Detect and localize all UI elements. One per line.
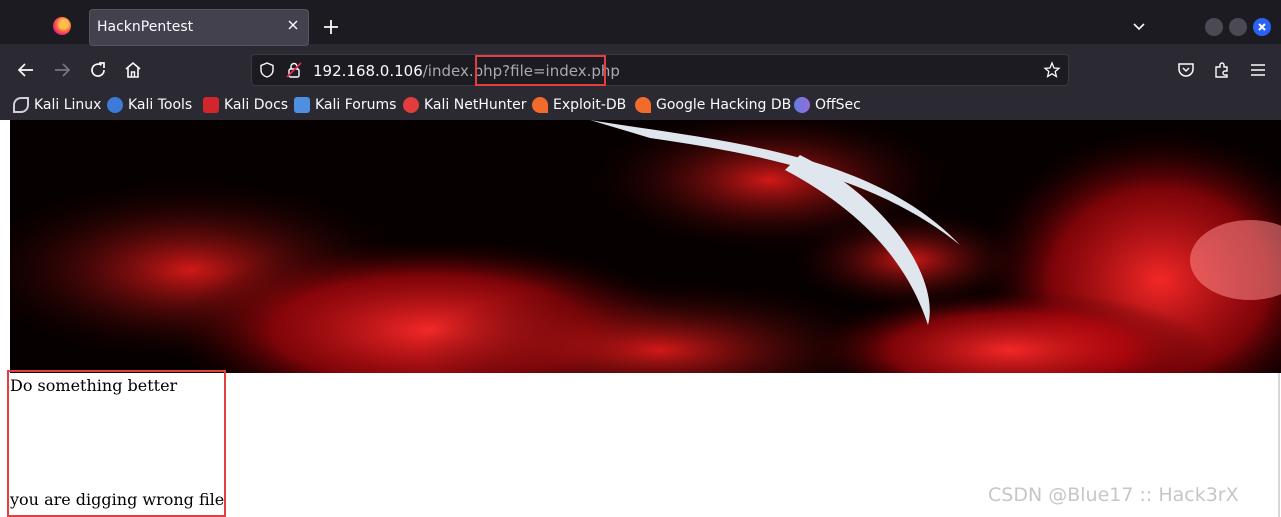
forward-icon[interactable]: [52, 60, 72, 80]
offsec-icon: [794, 97, 810, 113]
extensions-icon[interactable]: [1212, 60, 1232, 80]
kali-dragon-icon: [13, 97, 29, 113]
tab-active[interactable]: HacknPentest: [89, 9, 309, 46]
chevron-down-icon[interactable]: [1131, 18, 1147, 34]
bookmark-kali-forums[interactable]: Kali Forums: [294, 95, 396, 115]
kali-docs-icon: [203, 97, 219, 113]
bookmark-offsec[interactable]: OffSec: [794, 95, 861, 115]
insecure-lock-icon[interactable]: [285, 61, 303, 79]
bookmark-google-hacking-db[interactable]: Google Hacking DB: [635, 95, 791, 115]
url-bar[interactable]: 192.168.0.106/index.php?file=index.php: [251, 54, 1069, 86]
minimize-window-button[interactable]: [1205, 18, 1223, 36]
kali-tools-icon: [107, 97, 123, 113]
bookmark-kali-docs[interactable]: Kali Docs: [203, 95, 288, 115]
pocket-icon[interactable]: [1176, 60, 1196, 80]
red-smoke-artwork: [10, 120, 1281, 373]
url-host: 192.168.0.106: [313, 62, 423, 80]
back-icon[interactable]: [16, 60, 36, 80]
bookmark-label: Exploit-DB: [553, 97, 627, 113]
new-tab-icon[interactable]: [320, 16, 342, 38]
bookmark-label: Google Hacking DB: [656, 97, 792, 113]
kali-forums-icon: [294, 97, 310, 113]
ghdb-icon: [635, 97, 651, 113]
menu-icon[interactable]: [1248, 60, 1268, 80]
bookmark-label: Kali Forums: [315, 97, 397, 113]
url-query-highlight-box: [475, 55, 606, 86]
bookmarks-toolbar: Kali Linux Kali Tools Kali Docs Kali For…: [0, 90, 1281, 120]
bookmark-kali-nethunter[interactable]: Kali NetHunter: [403, 95, 526, 115]
home-icon[interactable]: [123, 60, 143, 80]
bookmark-label: OffSec: [815, 97, 861, 113]
bookmark-label: Kali Docs: [224, 97, 289, 113]
close-window-button[interactable]: [1253, 18, 1271, 36]
exploit-db-icon: [532, 97, 548, 113]
bookmark-label: Kali Linux: [34, 97, 102, 113]
bookmark-kali-linux[interactable]: Kali Linux: [13, 95, 101, 115]
bookmark-kali-tools[interactable]: Kali Tools: [107, 95, 192, 115]
maximize-window-button[interactable]: [1229, 18, 1247, 36]
page-border: [1278, 373, 1280, 517]
kali-banner-image: [10, 120, 1281, 373]
navigation-toolbar: 192.168.0.106/index.php?file=index.php: [0, 50, 1281, 90]
page-viewport: Do something better you are digging wron…: [0, 120, 1281, 517]
watermark: CSDN @Blue17 :: Hack3rX: [988, 484, 1239, 506]
bookmark-star-icon[interactable]: [1043, 61, 1061, 79]
bookmark-label: Kali NetHunter: [424, 97, 527, 113]
kali-nethunter-icon: [403, 97, 419, 113]
bookmark-label: Kali Tools: [128, 97, 193, 113]
reload-icon[interactable]: [88, 60, 108, 80]
tab-strip: HacknPentest: [0, 0, 1281, 50]
tab-title: HacknPentest: [97, 19, 194, 35]
firefox-icon[interactable]: [53, 17, 71, 35]
shield-icon[interactable]: [258, 61, 276, 79]
bookmark-exploit-db[interactable]: Exploit-DB: [532, 95, 626, 115]
close-icon: [1258, 23, 1266, 31]
message-highlight-box: [7, 370, 226, 517]
close-tab-icon[interactable]: [285, 17, 301, 33]
